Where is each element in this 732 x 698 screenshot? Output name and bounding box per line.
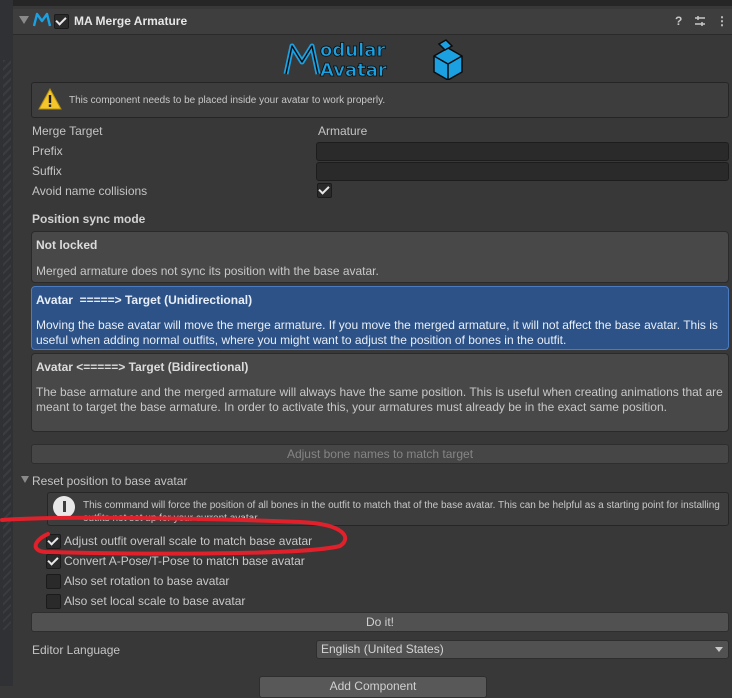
sync-option-title: Avatar <=====> Target (Bidirectional) [36, 360, 249, 374]
set-rotation-label: Also set rotation to base avatar [64, 574, 230, 588]
modular-avatar-icon [33, 12, 51, 27]
sync-option-desc: Moving the base avatar will move the mer… [36, 318, 718, 347]
sync-option-not-locked[interactable]: Not locked Merged armature does not sync… [31, 231, 729, 283]
logo-line1: odular [320, 40, 385, 61]
reset-heading[interactable]: Reset position to base avatar [32, 474, 187, 488]
kebab-menu-icon[interactable]: ⋮ [716, 14, 728, 28]
help-icon[interactable]: ? [675, 14, 682, 28]
sync-option-unidirectional[interactable]: Avatar =====> Target (Unidirectional) Mo… [31, 286, 729, 350]
logo-line2: Avatar [320, 60, 387, 80]
cube-icon [433, 39, 463, 80]
suffix-input[interactable] [316, 162, 729, 181]
prefix-input[interactable] [316, 142, 729, 161]
set-rotation-checkbox[interactable] [46, 574, 61, 589]
red-highlight-annotation [0, 515, 347, 556]
set-local-scale-checkbox[interactable] [46, 594, 61, 609]
adjust-bone-names-button[interactable]: Adjust bone names to match target [31, 444, 729, 464]
sync-option-bidirectional[interactable]: Avatar <=====> Target (Bidirectional) Th… [31, 353, 729, 432]
sync-option-desc: Merged armature does not sync its positi… [36, 264, 379, 278]
warning-icon [38, 88, 62, 110]
editor-language-select[interactable]: English (United States) [316, 640, 729, 659]
component-header[interactable]: MA Merge Armature ? ⋮ [13, 9, 732, 35]
do-it-button[interactable]: Do it! [31, 612, 729, 632]
component-title: MA Merge Armature [74, 14, 188, 28]
left-edge-panel [0, 0, 13, 686]
avoid-collisions-label: Avoid name collisions [32, 184, 148, 198]
sync-option-title: Avatar =====> Target (Unidirectional) [36, 293, 253, 307]
sync-option-title: Not locked [36, 238, 98, 252]
top-strip [13, 0, 732, 6]
suffix-label: Suffix [32, 164, 62, 178]
avoid-collisions-checkbox[interactable] [317, 183, 332, 198]
editor-language-value: English (United States) [321, 642, 444, 656]
preset-icon[interactable] [694, 15, 706, 27]
warning-text: This component needs to be placed inside… [69, 95, 386, 106]
sync-option-desc: The base armature and the merged armatur… [36, 385, 723, 414]
add-component-button[interactable]: Add Component [259, 676, 487, 698]
chevron-down-icon [715, 647, 723, 652]
foldout-arrow-icon[interactable] [19, 16, 29, 24]
set-local-scale-label: Also set local scale to base avatar [64, 594, 246, 608]
editor-language-label: Editor Language [32, 643, 121, 657]
reset-foldout-arrow-icon[interactable] [21, 476, 29, 483]
warning-box: This component needs to be placed inside… [31, 82, 729, 118]
position-sync-heading: Position sync mode [32, 212, 146, 226]
component-enabled-checkbox[interactable] [54, 14, 69, 29]
merge-target-label: Merge Target [32, 124, 103, 138]
prefix-label: Prefix [32, 144, 63, 158]
modular-avatar-logo: odular Avatar [283, 39, 463, 80]
merge-target-value[interactable]: Armature [318, 124, 367, 138]
